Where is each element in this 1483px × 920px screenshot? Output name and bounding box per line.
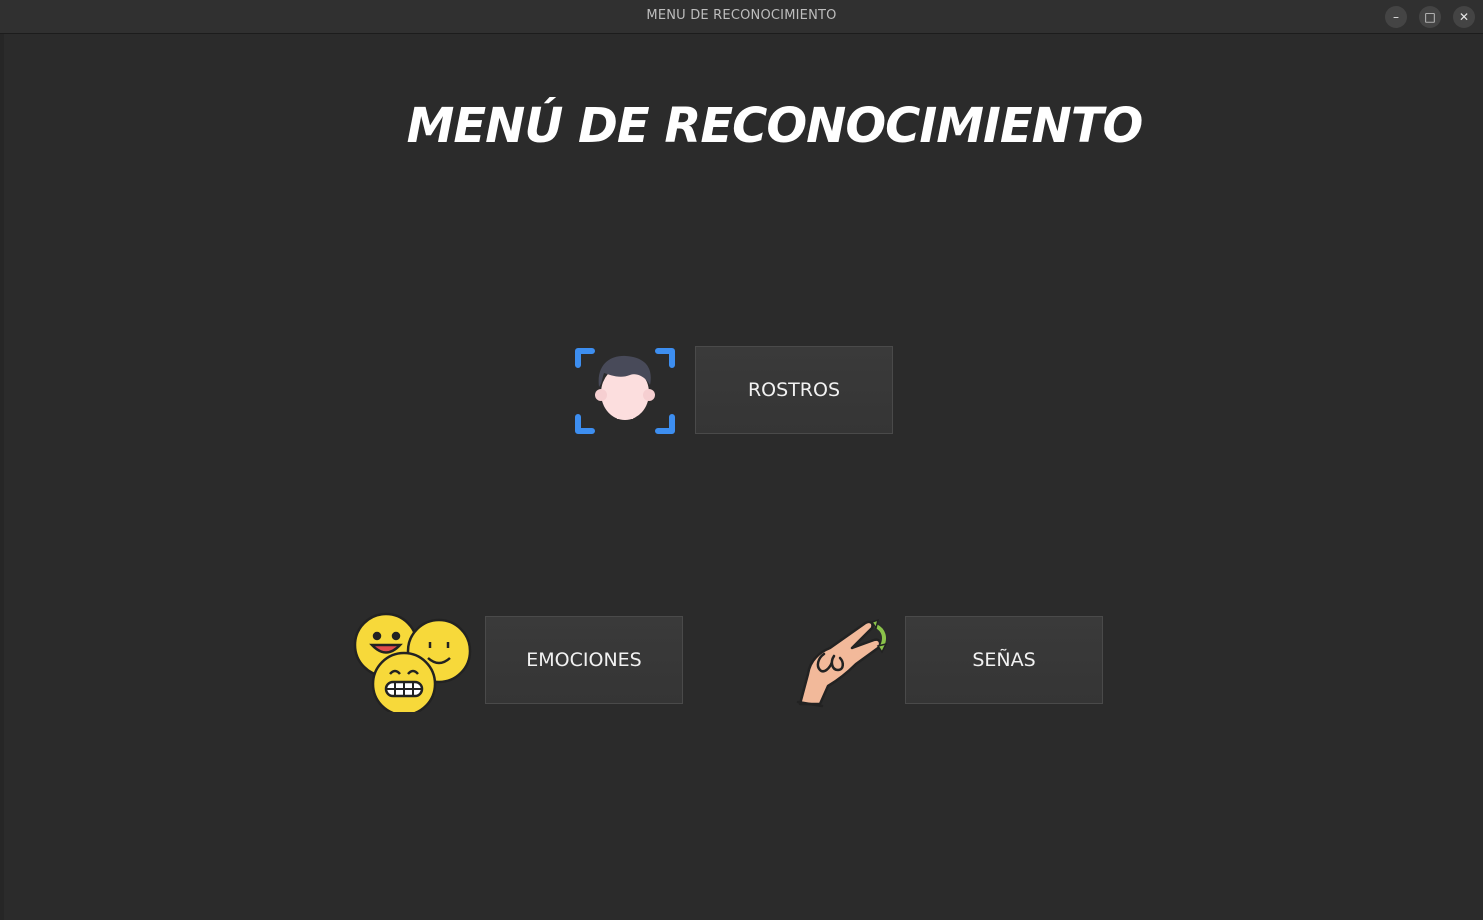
emoji-faces-icon bbox=[353, 612, 472, 712]
title-bar[interactable]: MENU DE RECONOCIMIENTO – □ ✕ bbox=[0, 0, 1483, 34]
emociones-button[interactable]: EMOCIONES bbox=[485, 616, 683, 704]
window-title: MENU DE RECONOCIMIENTO bbox=[646, 8, 837, 23]
window-border bbox=[0, 34, 4, 920]
senas-button[interactable]: SEÑAS bbox=[905, 616, 1103, 704]
app-window: MENU DE RECONOCIMIENTO – □ ✕ MENÚ DE REC… bbox=[0, 0, 1483, 920]
rostros-button[interactable]: ROSTROS bbox=[695, 346, 893, 434]
page-title: MENÚ DE RECONOCIMIENTO bbox=[406, 98, 1144, 154]
close-button[interactable]: ✕ bbox=[1453, 6, 1475, 28]
minimize-button[interactable]: – bbox=[1385, 6, 1407, 28]
face-scan-icon bbox=[575, 348, 675, 434]
maximize-button[interactable]: □ bbox=[1419, 6, 1441, 28]
sign-language-hand-icon bbox=[796, 618, 888, 708]
